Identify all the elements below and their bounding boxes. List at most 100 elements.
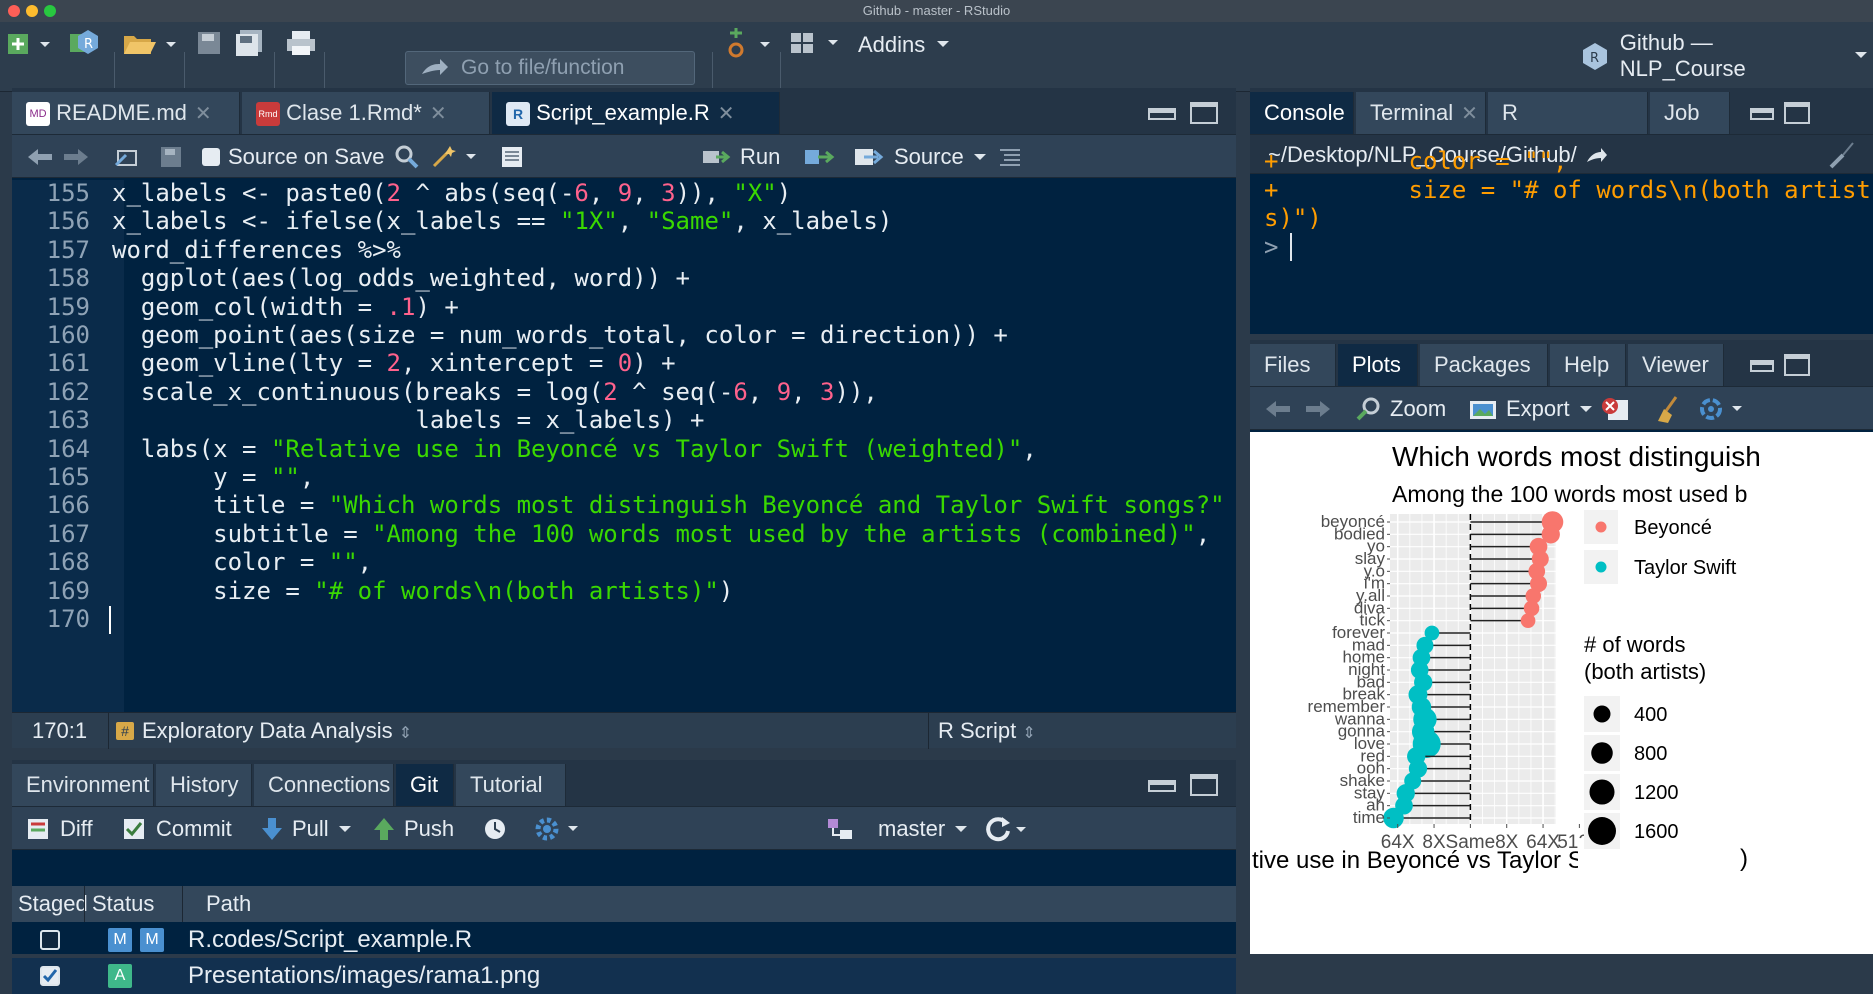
filetype-selector[interactable]: R Script ⇕ (938, 713, 1036, 752)
minimize-pane-icon[interactable] (1750, 360, 1774, 372)
maximize-pane-icon[interactable] (1784, 354, 1810, 376)
outline-button[interactable] (998, 135, 1022, 179)
forward-button[interactable] (62, 135, 90, 179)
new-module-button[interactable] (724, 26, 770, 60)
branch-selector[interactable]: master (878, 807, 969, 851)
code-area[interactable]: 155 x_labels <- paste0(2 ^ abs(seq(-6, 9,… (12, 179, 1236, 714)
arrow-right-icon (64, 149, 88, 165)
go-to-file-input[interactable]: Go to file/function (405, 51, 695, 85)
publish-button[interactable] (1698, 387, 1748, 431)
column-path[interactable]: Path (206, 886, 251, 922)
source-on-save-checkbox[interactable] (202, 148, 220, 166)
stage-checkbox[interactable] (40, 966, 60, 986)
clear-plots-button[interactable] (1654, 387, 1684, 431)
tab-files[interactable]: Files (1250, 344, 1336, 386)
compile-report-button[interactable] (500, 135, 524, 179)
pull-button[interactable]: Pull (260, 807, 353, 851)
notebook-icon (502, 147, 522, 167)
tab-clase-rmd[interactable]: Rmd Clase 1.Rmd* ✕ (242, 92, 490, 134)
close-tab-icon[interactable]: ✕ (195, 103, 212, 125)
addins-menu[interactable]: Addins (858, 32, 955, 58)
run-label: Run (740, 144, 781, 169)
tab-packages[interactable]: Packages (1420, 344, 1548, 386)
new-branch-button[interactable] (826, 807, 854, 851)
code-line[interactable]: 169 size = "# of words\n(both artists)") (12, 574, 734, 608)
plots-toolbar: Zoom Export (1250, 386, 1873, 430)
close-tab-icon[interactable]: ✕ (1461, 103, 1478, 125)
tab-jobs[interactable]: Job (1650, 92, 1730, 134)
tab-git[interactable]: Git (396, 764, 454, 806)
tab-history[interactable]: History (156, 764, 252, 806)
tab-connections[interactable]: Connections (254, 764, 394, 806)
project-menu[interactable]: R Github — NLP_Course (1580, 30, 1873, 82)
push-button[interactable]: Push (372, 807, 454, 851)
updown-icon: ⇕ (398, 725, 413, 742)
tab-terminal[interactable]: Terminal ✕ (1356, 92, 1486, 134)
maximize-pane-icon[interactable] (1784, 102, 1810, 124)
code-tools-button[interactable] (430, 135, 480, 179)
export-button[interactable]: Export (1468, 387, 1594, 431)
print-button[interactable] (286, 30, 316, 56)
diff-button[interactable]: Diff (26, 807, 93, 851)
tab-console[interactable]: Console (1250, 92, 1354, 134)
source-button[interactable]: Source (854, 135, 988, 179)
new-project-button[interactable]: R (66, 26, 106, 58)
column-staged[interactable]: Staged (18, 886, 88, 922)
maximize-pane-icon[interactable] (1190, 774, 1218, 796)
tab-tutorial[interactable]: Tutorial (456, 764, 566, 806)
close-tab-icon[interactable]: ✕ (430, 103, 447, 125)
code-text: geom_col(width = .1) + (112, 292, 459, 321)
tab-r-markdown[interactable]: R Markdown✕ (1488, 92, 1648, 167)
section-navigator[interactable]: Exploratory Data Analysis ⇕ (142, 713, 412, 752)
refresh-button[interactable] (984, 807, 1030, 851)
minimize-window-button[interactable] (26, 5, 38, 17)
rmd-file-icon: Rmd (256, 102, 280, 127)
code-text: word_differences %>% (112, 235, 401, 264)
save-button[interactable] (196, 30, 222, 56)
stage-checkbox[interactable] (40, 930, 60, 950)
chart-x-axis-label: tive use in Beyoncé vs Taylor S (1252, 847, 1584, 874)
back-button[interactable] (26, 135, 54, 179)
find-button[interactable] (394, 135, 420, 179)
tab-readme[interactable]: MD README.md ✕ (12, 92, 240, 134)
tab-script-example[interactable]: R Script_example.R ✕ (492, 92, 780, 134)
code-text: ggplot(aes(log_odds_weighted, word)) + (112, 264, 690, 293)
git-settings-button[interactable] (534, 807, 584, 851)
open-file-button[interactable] (122, 28, 178, 58)
new-file-button[interactable] (6, 28, 50, 58)
pane-layout-button[interactable] (790, 32, 842, 56)
maximize-pane-icon[interactable] (1190, 102, 1218, 124)
tab-viewer[interactable]: Viewer (1628, 344, 1724, 386)
history-button[interactable] (482, 807, 508, 851)
previous-plot-button[interactable] (1264, 387, 1292, 431)
save-file-button[interactable] (160, 135, 182, 179)
run-button[interactable]: Run (702, 135, 780, 179)
git-row[interactable]: M M R.codes/Script_example.R (12, 922, 1236, 958)
git-row[interactable]: A Presentations/images/rama1.png (12, 958, 1236, 994)
modified-badge: M (108, 928, 132, 952)
zoom-button[interactable]: Zoom (1356, 387, 1446, 431)
source-on-save-toggle[interactable]: Source on Save (202, 135, 385, 179)
code-line[interactable]: 170 (12, 602, 112, 636)
minimize-pane-icon[interactable] (1148, 780, 1176, 792)
tab-environment[interactable]: Environment (12, 764, 154, 806)
console-output[interactable]: + color = "", + size = "# of words\n(both… (1250, 144, 1873, 334)
remove-plot-button[interactable] (1600, 387, 1630, 431)
close-window-button[interactable] (8, 5, 20, 17)
close-tab-icon[interactable]: ✕ (718, 103, 735, 125)
zoom-window-button[interactable] (44, 5, 56, 17)
chevron-down-icon (338, 826, 351, 832)
tab-help[interactable]: Help (1550, 344, 1626, 386)
save-all-button[interactable] (234, 28, 264, 56)
commit-button[interactable]: Commit (122, 807, 232, 851)
next-plot-button[interactable] (1304, 387, 1332, 431)
rerun-button[interactable] (804, 135, 838, 179)
tab-plots[interactable]: Plots (1338, 344, 1418, 386)
legend-size-swatch (1588, 817, 1616, 845)
search-icon (395, 145, 419, 169)
column-status[interactable]: Status (92, 886, 154, 922)
show-in-window-button[interactable] (114, 135, 140, 179)
minimize-pane-icon[interactable] (1750, 108, 1774, 120)
minimize-pane-icon[interactable] (1148, 108, 1176, 120)
chevron-down-icon (1855, 52, 1868, 58)
